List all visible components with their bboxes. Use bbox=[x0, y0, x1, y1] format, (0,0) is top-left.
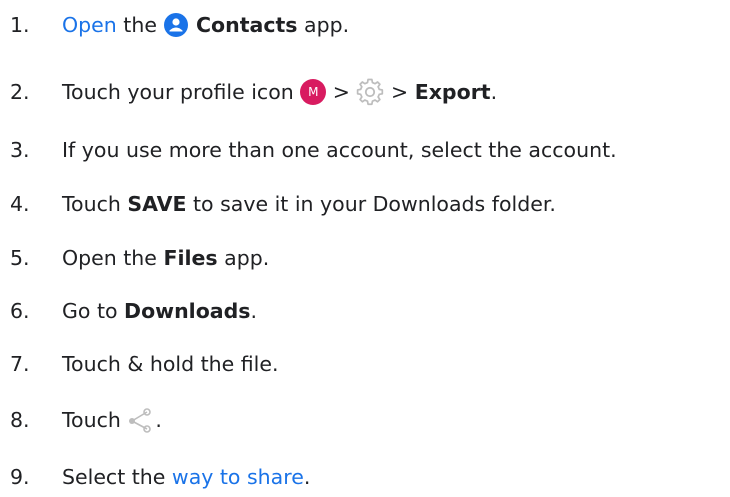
step-text: app. bbox=[297, 13, 350, 37]
step-number: 3. bbox=[10, 138, 30, 162]
step-text: Go to bbox=[62, 299, 125, 323]
list-item: 7. Touch & hold the file. bbox=[0, 344, 730, 384]
step-text: the bbox=[116, 13, 164, 37]
files-label: Files bbox=[163, 246, 218, 270]
list-item: 2. Touch your profile icon M > > Export … bbox=[0, 72, 730, 112]
step-number: 7. bbox=[10, 352, 30, 376]
gear-icon bbox=[356, 78, 384, 106]
list-item: 8. Touch . bbox=[0, 400, 730, 440]
separator: > bbox=[384, 80, 415, 104]
avatar-letter: M bbox=[308, 85, 319, 99]
save-label: SAVE bbox=[127, 192, 187, 216]
step-text: Open the bbox=[62, 246, 164, 270]
step-text: . bbox=[303, 465, 311, 489]
list-item: 1. Open the Contacts app. bbox=[0, 5, 730, 45]
step-number: 8. bbox=[10, 408, 30, 432]
step-number: 4. bbox=[10, 192, 30, 216]
open-link[interactable]: Open bbox=[62, 13, 117, 37]
step-text: If you use more than one account, select… bbox=[62, 138, 617, 162]
step-text: . bbox=[155, 408, 162, 432]
contacts-label: Contacts bbox=[195, 13, 298, 37]
step-number: 2. bbox=[10, 80, 30, 104]
contacts-app-icon bbox=[163, 12, 189, 38]
step-text: Select the bbox=[62, 465, 172, 489]
step-text: Touch & hold the file. bbox=[62, 352, 279, 376]
list-item: 9. Select the way to share . bbox=[0, 457, 730, 497]
step-number: 9. bbox=[10, 465, 30, 489]
profile-avatar-icon: M bbox=[300, 79, 327, 105]
step-number: 5. bbox=[10, 246, 30, 270]
downloads-label: Downloads bbox=[124, 299, 251, 323]
export-label: Export bbox=[414, 80, 491, 104]
step-text: app. bbox=[217, 246, 270, 270]
share-icon bbox=[127, 406, 155, 434]
step-number: 6. bbox=[10, 299, 30, 323]
list-item: 5. Open the Files app. bbox=[0, 238, 730, 278]
way-to-share-link[interactable]: way to share bbox=[172, 465, 304, 489]
list-item: 6. Go to Downloads . bbox=[0, 291, 730, 331]
separator: > bbox=[326, 80, 357, 104]
step-text: to save it in your Downloads folder. bbox=[186, 192, 556, 216]
step-text: Touch bbox=[62, 192, 128, 216]
list-item: 4. Touch SAVE to save it in your Downloa… bbox=[0, 184, 730, 224]
list-item: 3. If you use more than one account, sel… bbox=[0, 130, 730, 170]
step-text: Touch your profile icon bbox=[62, 80, 301, 104]
step-text: . bbox=[250, 299, 258, 323]
step-text: Touch bbox=[62, 408, 128, 432]
step-number: 1. bbox=[10, 13, 30, 37]
step-text: . bbox=[490, 80, 498, 104]
